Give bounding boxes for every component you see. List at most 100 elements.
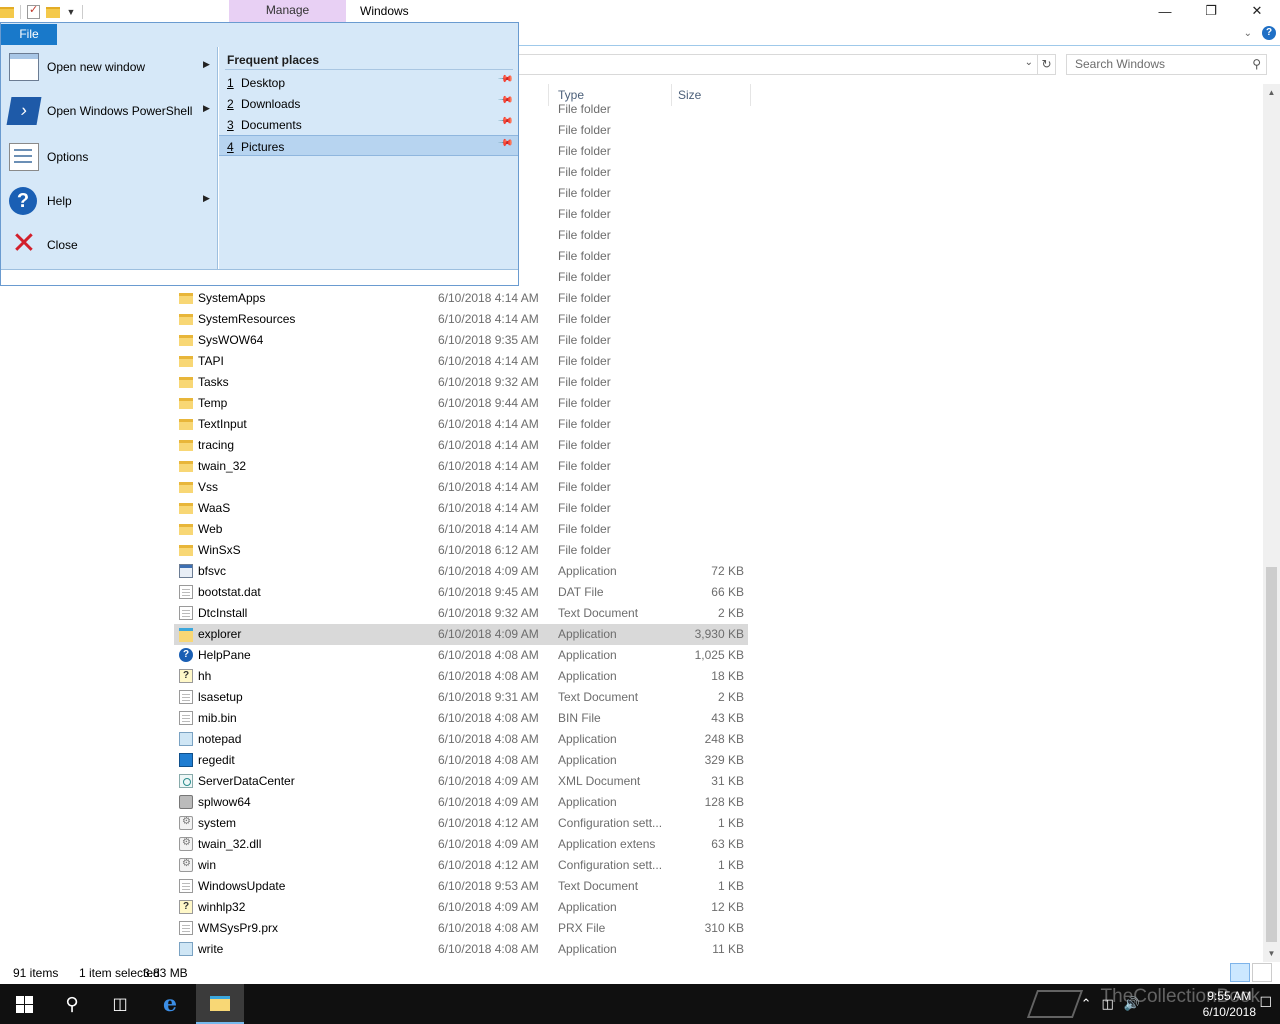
scrollbar-thumb[interactable] — [1266, 567, 1277, 942]
search-icon[interactable]: ⚲ — [1252, 55, 1261, 74]
file-size: 63 KB — [711, 837, 744, 851]
file-menu-item[interactable]: ✕ Close — [1, 225, 217, 265]
details-view-button[interactable] — [1230, 963, 1250, 982]
file-menu-strip: File — [1, 23, 518, 47]
file-date: 6/10/2018 4:08 AM — [438, 648, 539, 662]
file-row[interactable]: win 6/10/2018 4:12 AM Configuration sett..… — [174, 855, 748, 876]
file-row[interactable]: TAPI 6/10/2018 4:14 AM File folder — [174, 351, 748, 372]
clock[interactable]: 9:55 AM 6/10/2018 — [1203, 988, 1256, 1020]
explorer-window: ▼ Manage Windows — ❐ ✕ ⌄ ? ⌄ ↻ Search Wi… — [0, 0, 1280, 1024]
file-row[interactable]: write 6/10/2018 4:08 AM Application 11 KB — [174, 939, 748, 960]
file-size: 3,930 KB — [694, 627, 744, 641]
help-icon[interactable]: ? — [1262, 26, 1276, 40]
file-size: 310 KB — [704, 921, 744, 935]
pin-icon[interactable]: 📌 — [497, 92, 514, 109]
file-row[interactable]: Temp 6/10/2018 9:44 AM File folder — [174, 393, 748, 414]
item-count: 91 items — [13, 966, 59, 980]
file-row[interactable]: twain_32 6/10/2018 4:14 AM File folder — [174, 456, 748, 477]
search-input[interactable]: Search Windows ⚲ — [1066, 54, 1267, 75]
file-row[interactable]: system 6/10/2018 4:12 AM Configuration set… — [174, 813, 748, 834]
folder-icon — [179, 482, 193, 493]
customize-toolbar-chevron-icon[interactable]: ▼ — [66, 7, 76, 17]
frequent-place-item[interactable]: 2 Downloads 📌 — [219, 92, 518, 114]
minimize-button[interactable]: — — [1142, 0, 1188, 22]
file-type: File folder — [558, 333, 611, 347]
file-row[interactable]: splwow64 6/10/2018 4:09 AM Application 128 … — [174, 792, 748, 813]
explorer-icon — [179, 628, 193, 642]
file-row[interactable]: twain_32.dll 6/10/2018 4:09 AM Application… — [174, 834, 748, 855]
file-row[interactable]: ? hh 6/10/2018 4:08 AM Application 18 KB — [174, 666, 748, 687]
volume-icon[interactable]: 🔊 — [1124, 996, 1140, 1012]
restore-button[interactable]: ❐ — [1188, 0, 1234, 22]
large-icons-view-button[interactable] — [1252, 963, 1272, 982]
file-row[interactable]: bfsvc 6/10/2018 4:09 AM Application 72 KB — [174, 561, 748, 582]
file-row[interactable]: ? HelpPane 6/10/2018 4:08 AM Application 1,0… — [174, 645, 748, 666]
file-row[interactable]: SystemApps 6/10/2018 4:14 AM File folder — [174, 288, 748, 309]
search-taskbar-icon[interactable]: ⚲ — [48, 984, 96, 1024]
file-row[interactable]: Web 6/10/2018 4:14 AM File folder — [174, 519, 748, 540]
file-name: SystemResources — [198, 312, 296, 326]
file-date: 6/10/2018 4:09 AM — [438, 774, 539, 788]
file-type: DAT File — [558, 585, 604, 599]
file-row[interactable]: notepad 6/10/2018 4:08 AM Application 248 K… — [174, 729, 748, 750]
folder-icon[interactable] — [0, 6, 14, 18]
properties-icon[interactable] — [27, 3, 40, 19]
file-menu-item[interactable]: › Open Windows PowerShell ▶ — [1, 91, 217, 131]
vertical-scrollbar[interactable]: ▲ ▼ — [1263, 84, 1280, 962]
file-row[interactable]: mib.bin 6/10/2018 4:08 AM BIN File 43 KB — [174, 708, 748, 729]
file-row[interactable]: WaaS 6/10/2018 4:14 AM File folder — [174, 498, 748, 519]
file-menu-item[interactable]: Options — [1, 137, 217, 177]
file-row[interactable]: WinSxS 6/10/2018 6:12 AM File folder — [174, 540, 748, 561]
file-type: File folder — [558, 522, 611, 536]
watermark-book-icon — [1026, 990, 1084, 1018]
file-row[interactable]: SysWOW64 6/10/2018 9:35 AM File folder — [174, 330, 748, 351]
frequent-place-item[interactable]: 4 Pictures 📌 — [219, 135, 518, 156]
scroll-up-icon[interactable]: ▲ — [1263, 84, 1280, 101]
close-window-button[interactable]: ✕ — [1234, 0, 1280, 22]
file-row[interactable]: Tasks 6/10/2018 9:32 AM File folder — [174, 372, 748, 393]
file-row[interactable]: WMSysPr9.prx 6/10/2018 4:08 AM PRX File 310… — [174, 918, 748, 939]
scroll-down-icon[interactable]: ▼ — [1263, 945, 1280, 962]
file-row[interactable]: ? winhlp32 6/10/2018 4:09 AM Application 12 … — [174, 897, 748, 918]
file-date: 6/10/2018 4:09 AM — [438, 900, 539, 914]
pin-icon[interactable]: 📌 — [497, 71, 514, 88]
file-row[interactable]: explorer 6/10/2018 4:09 AM Application 3,93… — [174, 624, 748, 645]
manage-contextual-tab[interactable]: Manage — [229, 0, 346, 22]
pin-icon[interactable]: 📌 — [497, 135, 514, 152]
file-row[interactable]: Vss 6/10/2018 4:14 AM File folder — [174, 477, 748, 498]
address-history-chevron-icon[interactable]: ⌄ — [1025, 57, 1033, 68]
file-row[interactable]: SystemResources 6/10/2018 4:14 AM File fol… — [174, 309, 748, 330]
refresh-button[interactable]: ↻ — [1038, 54, 1056, 75]
file-row[interactable]: DtcInstall 6/10/2018 9:32 AM Text Document… — [174, 603, 748, 624]
file-row[interactable]: bootstat.dat 6/10/2018 9:45 AM DAT File 66 … — [174, 582, 748, 603]
file-menu-item[interactable]: ? Help ▶ — [1, 181, 217, 221]
toolbar-divider — [20, 5, 21, 19]
show-hidden-icons-chevron-icon[interactable]: ⌃ — [1081, 996, 1092, 1012]
internet-explorer-icon[interactable]: e — [146, 984, 194, 1024]
pin-icon[interactable]: 📌 — [497, 113, 514, 130]
file-explorer-taskbar-icon[interactable] — [196, 984, 244, 1024]
file-row[interactable]: TextInput 6/10/2018 4:14 AM File folder — [174, 414, 748, 435]
file-row[interactable]: ServerDataCenter 6/10/2018 4:09 AM XML Doc… — [174, 771, 748, 792]
frequent-place-item[interactable]: 3 Documents 📌 — [219, 113, 518, 135]
task-view-icon[interactable]: ◫ — [96, 984, 144, 1024]
new-folder-icon[interactable] — [46, 6, 60, 18]
address-bar[interactable]: ⌄ — [518, 54, 1038, 75]
file-name: TAPI — [198, 354, 224, 368]
file-row[interactable]: WindowsUpdate 6/10/2018 9:53 AM Text Docum… — [174, 876, 748, 897]
file-date: 6/10/2018 9:45 AM — [438, 585, 539, 599]
file-menu-item[interactable]: Open new window ▶ — [1, 47, 217, 87]
file-row[interactable]: lsasetup 6/10/2018 9:31 AM Text Document 2 … — [174, 687, 748, 708]
action-center-icon[interactable]: ☐ — [1259, 994, 1272, 1011]
frequent-place-item[interactable]: 1 Desktop 📌 — [219, 71, 518, 93]
file-name: explorer — [198, 627, 242, 641]
expand-ribbon-chevron-icon[interactable]: ⌄ — [1244, 28, 1252, 39]
file-row[interactable]: regedit 6/10/2018 4:08 AM Application 329 K… — [174, 750, 748, 771]
network-icon[interactable]: ◫ — [1102, 996, 1114, 1012]
file-row[interactable]: tracing 6/10/2018 4:14 AM File folder — [174, 435, 748, 456]
file-tab[interactable]: File — [1, 24, 57, 45]
file-date: 6/10/2018 4:08 AM — [438, 732, 539, 746]
file-date: 6/10/2018 4:09 AM — [438, 564, 539, 578]
app-icon — [179, 564, 193, 578]
start-button[interactable] — [0, 984, 48, 1024]
